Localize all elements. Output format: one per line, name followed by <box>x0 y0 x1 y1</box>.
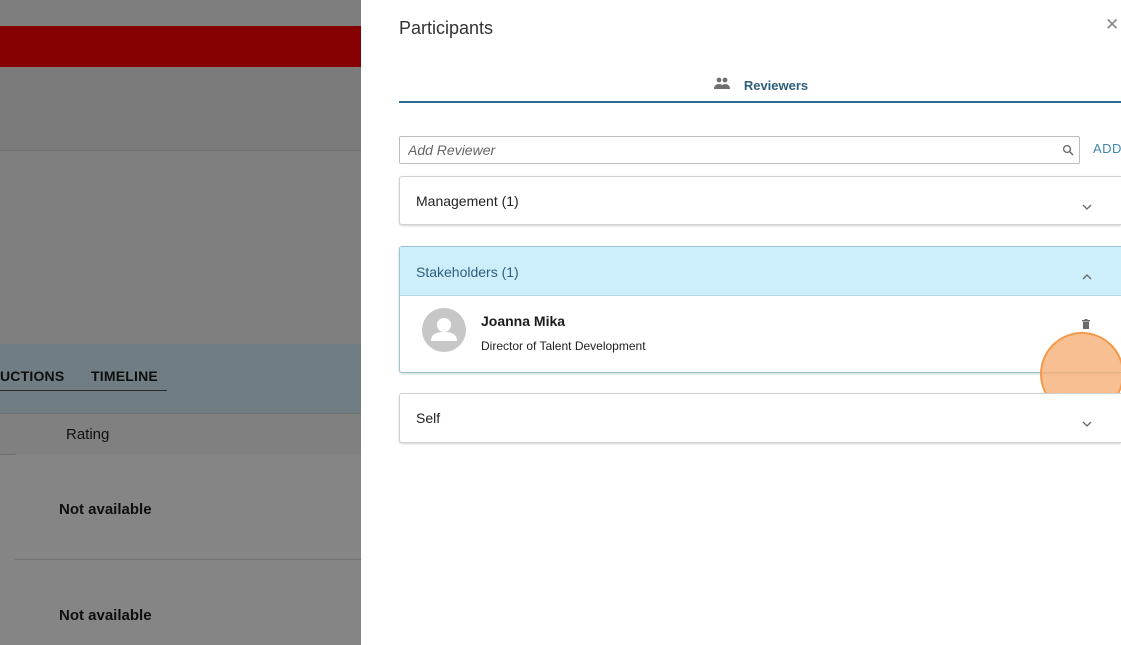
group-title: Management (1) <box>416 193 519 209</box>
list-item: Joanna Mika Director of Talent Developme… <box>400 296 1121 416</box>
close-icon[interactable]: ✕ <box>1105 16 1119 33</box>
avatar <box>422 308 466 352</box>
group-management: Management (1) <box>399 176 1121 225</box>
add-reviewer-input[interactable] <box>408 140 1048 160</box>
group-self: Self <box>399 393 1121 443</box>
tab-reviewers[interactable]: Reviewers <box>399 68 1121 103</box>
group-stakeholders-header[interactable]: Stakeholders (1) <box>400 247 1121 296</box>
trash-icon[interactable] <box>1082 316 1090 334</box>
group-title: Self <box>416 410 441 426</box>
chevron-down-icon <box>1082 197 1092 215</box>
drawer-title: Participants <box>399 18 494 38</box>
chevron-up-icon <box>1082 267 1092 285</box>
group-title: Stakeholders (1) <box>416 264 519 280</box>
tab-reviewers-label: Reviewers <box>743 78 809 93</box>
group-self-header[interactable]: Self <box>400 394 1121 441</box>
add-reviewer-field <box>399 136 1080 164</box>
participants-drawer: Participants ✕ Reviewers ADD <box>361 0 1121 645</box>
people-icon <box>712 76 732 95</box>
chevron-down-icon <box>1082 414 1092 432</box>
member-role: Director of Talent Development <box>481 339 646 353</box>
group-management-header[interactable]: Management (1) <box>400 177 1121 224</box>
modal-overlay[interactable] <box>0 0 361 645</box>
add-reviewer-button[interactable]: ADD <box>1093 141 1121 156</box>
search-icon[interactable] <box>1062 143 1074 161</box>
group-stakeholders: Stakeholders (1) Joanna Mika Director of… <box>399 246 1121 416</box>
member-name: Joanna Mika <box>481 313 566 329</box>
